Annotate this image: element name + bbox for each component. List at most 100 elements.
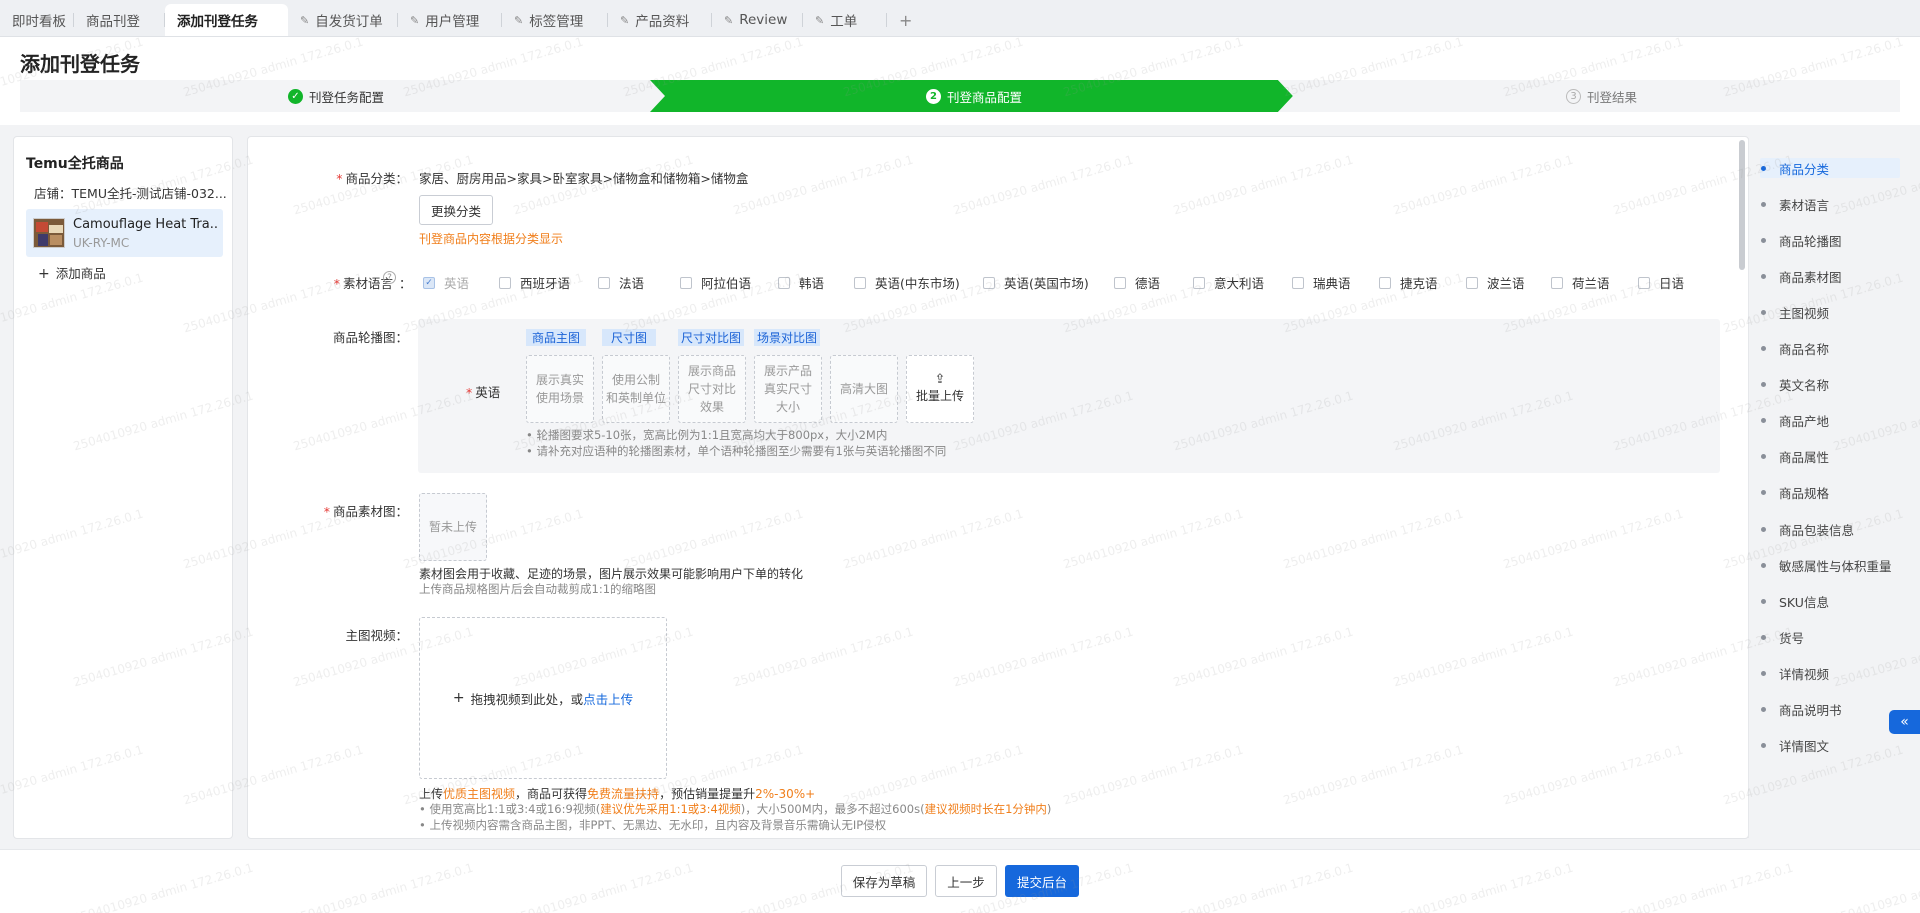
carousel-slot[interactable]: 展示商品 尺寸对比 效果 — [678, 355, 746, 423]
tab-label: 用户管理 — [425, 14, 480, 30]
dot-icon — [1761, 418, 1766, 424]
anchor-link[interactable]: 商品规格 — [1760, 483, 1829, 503]
dot-icon — [1761, 165, 1766, 171]
carousel-slot[interactable]: 使用公制 和英制单位 — [602, 355, 670, 423]
language-label: 捷克语 — [1400, 276, 1438, 291]
anchor-link[interactable]: 敏感属性与体积重量 — [1760, 555, 1892, 575]
anchor-label: 商品分类 — [1779, 161, 1830, 177]
slot-hint-text: 尺寸对比 — [687, 382, 736, 396]
video-dropzone[interactable]: + 拖拽视频到此处，或 点击上传 — [419, 617, 667, 779]
checkbox-icon — [499, 276, 511, 289]
slot-hint-text: 使用场景 — [535, 391, 584, 405]
form-scrollbar[interactable] — [1739, 140, 1745, 270]
anchor-link[interactable]: SKU信息 — [1760, 591, 1829, 611]
bulk-upload-button[interactable]: ⇪ 批量上传 — [906, 355, 974, 423]
dot-icon — [1761, 707, 1766, 712]
submit-button[interactable]: 提交后台 — [1005, 865, 1079, 897]
pin-icon[interactable]: ✎ — [300, 14, 309, 27]
tab-6[interactable]: ✎ 产品资料 — [608, 4, 712, 36]
anchor-link[interactable]: 货号 — [1760, 627, 1804, 647]
language-label: 荷兰语 — [1572, 276, 1610, 291]
material-image-desc: 素材图会用于收藏、足迹的场景，图片展示效果可能影响用户下单的转化 — [419, 567, 804, 581]
language-label: 韩语 — [799, 276, 825, 291]
tab-label: 标签管理 — [529, 14, 584, 30]
language-checkbox[interactable]: 波兰语 — [1466, 273, 1525, 292]
anchor-link[interactable]: 主图视频 — [1760, 302, 1829, 322]
anchor-link[interactable]: 商品分类 — [1760, 158, 1900, 178]
add-tab-button[interactable]: + — [887, 4, 924, 36]
upload-icon: ⇪ — [934, 372, 946, 387]
carousel-slot[interactable]: 展示产品 真实尺寸 大小 — [754, 355, 822, 423]
anchor-link[interactable]: 商品名称 — [1760, 339, 1829, 359]
checkbox-icon — [1193, 276, 1205, 289]
anchor-link[interactable]: 素材语言 — [1760, 194, 1829, 214]
save-draft-button[interactable]: 保存为草稿 — [841, 865, 927, 897]
tab-2[interactable]: 添加刊登任务 — [165, 4, 288, 36]
anchor-link[interactable]: 详情图文 — [1760, 736, 1829, 756]
material-image-label: * 商品素材图： — [323, 504, 408, 519]
tab-8[interactable]: ✎ 工单 — [803, 4, 887, 36]
add-product-button[interactable]: + 添加商品 — [38, 263, 106, 282]
anchor-link[interactable]: 商品素材图 — [1760, 266, 1842, 286]
tab-3[interactable]: ✎ 自发货订单 — [288, 4, 398, 36]
language-checkbox[interactable]: 瑞典语 — [1292, 273, 1351, 292]
language-checkbox[interactable]: 日语 — [1638, 273, 1684, 292]
language-checkbox[interactable]: 荷兰语 — [1551, 273, 1610, 292]
language-checkbox[interactable]: 法语 — [598, 273, 644, 292]
carousel-slot[interactable]: 展示真实 使用场景 — [526, 355, 594, 423]
material-image-upload[interactable]: 暂未上传 — [419, 493, 487, 561]
anchor-link[interactable]: 商品包装信息 — [1760, 519, 1854, 539]
language-label: 德语 — [1135, 276, 1161, 291]
dot-icon — [1761, 273, 1766, 279]
dot-icon — [1761, 562, 1766, 568]
pin-icon[interactable]: ✎ — [724, 14, 733, 27]
label-colon: ： — [399, 276, 412, 291]
upload-link[interactable]: 点击上传 — [583, 689, 633, 708]
product-item[interactable]: Camouflage Heat Tra... UK-RY-MC — [26, 209, 223, 257]
pin-icon[interactable]: ✎ — [815, 14, 824, 27]
tab-label: 商品刊登 — [86, 14, 140, 30]
previous-step-button[interactable]: 上一步 — [935, 865, 997, 897]
checkbox-icon — [1114, 276, 1126, 289]
language-checkbox[interactable]: 英语(中东市场) — [854, 273, 960, 292]
collapse-anchor-button[interactable]: « — [1889, 710, 1920, 734]
change-category-button[interactable]: 更换分类 — [419, 195, 493, 225]
anchor-link[interactable]: 商品产地 — [1760, 411, 1829, 431]
anchor-link[interactable]: 商品轮播图 — [1760, 230, 1842, 250]
tab-1[interactable]: 商品刊登 — [74, 4, 165, 36]
checkbox-icon — [854, 276, 866, 289]
language-checkbox: ✓ 英语 — [423, 273, 469, 292]
slot-hint-text: 真实尺寸 — [763, 382, 812, 396]
pin-icon[interactable]: ✎ — [514, 14, 523, 27]
tab-7[interactable]: ✎ Review — [712, 4, 803, 36]
language-checkbox[interactable]: 意大利语 — [1193, 273, 1264, 292]
anchor-link[interactable]: 商品属性 — [1760, 447, 1829, 467]
tab-0[interactable]: 即时看板 — [0, 4, 74, 36]
pin-icon[interactable]: ✎ — [620, 14, 629, 27]
step-progress: ✓ 刊登任务配置 2 刊登商品配置 3 刊登结果 — [20, 80, 1900, 112]
language-checkbox[interactable]: 阿拉伯语 — [680, 273, 751, 292]
language-checkbox[interactable]: 西班牙语 — [499, 273, 570, 292]
language-checkbox[interactable]: 捷克语 — [1379, 273, 1438, 292]
pin-icon[interactable]: ✎ — [410, 14, 419, 27]
carousel-slot[interactable]: 高清大图 — [830, 355, 898, 423]
step-2-number: 2 — [926, 88, 941, 104]
slot-hint-text: 高清大图 — [839, 382, 888, 396]
dot-icon — [1761, 237, 1766, 243]
tab-5[interactable]: ✎ 标签管理 — [502, 4, 608, 36]
dot-icon — [1761, 490, 1766, 496]
anchor-link[interactable]: 详情视频 — [1760, 663, 1829, 683]
tab-4[interactable]: ✎ 用户管理 — [398, 4, 502, 36]
language-label: 西班牙语 — [520, 276, 571, 291]
anchor-link[interactable]: 商品说明书 — [1760, 700, 1842, 720]
language-checkbox[interactable]: 英语(英国市场) — [983, 273, 1089, 292]
checkbox-icon — [598, 276, 610, 289]
language-checkbox[interactable]: 韩语 — [778, 273, 824, 292]
anchor-link[interactable]: 英文名称 — [1760, 375, 1829, 395]
language-checkbox[interactable]: 德语 — [1114, 273, 1160, 292]
help-icon[interactable]: ? — [383, 271, 396, 284]
carousel-label: 商品轮播图： — [332, 330, 408, 345]
video-rule-1: • 使用宽高比1:1或3:4或16:9视频(建议优先采用1:1或3:4视频)，大… — [419, 802, 1052, 816]
language-label: 法语 — [619, 276, 645, 291]
dot-icon — [1761, 670, 1766, 676]
